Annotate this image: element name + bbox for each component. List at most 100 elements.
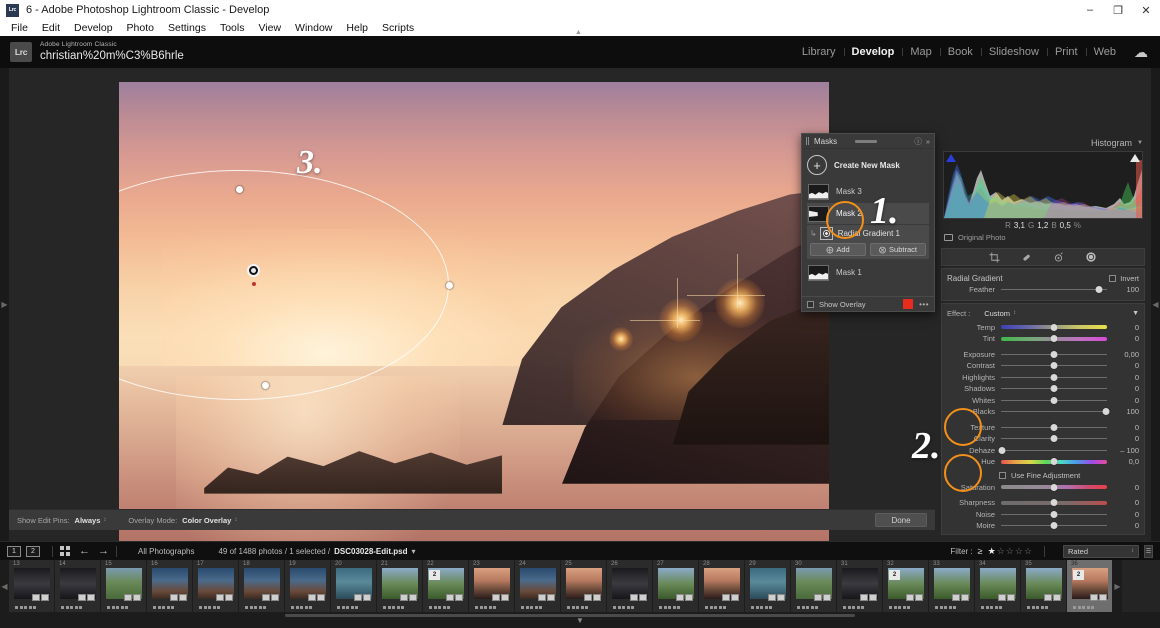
back-arrow-icon[interactable]: ← <box>79 545 90 557</box>
create-new-mask-button[interactable]: + Create New Mask <box>807 155 929 175</box>
view-mode-2-button[interactable]: 2 <box>26 545 40 557</box>
top-panel-collapse-icon[interactable]: ▲ <box>575 29 582 36</box>
chevron-updown-icon[interactable]: ↕ <box>234 517 237 523</box>
shadow-clipping-indicator[interactable] <box>946 154 956 162</box>
slider-knob[interactable] <box>1050 435 1058 443</box>
slider-knob[interactable] <box>1050 362 1058 370</box>
menu-item-file[interactable]: File <box>4 20 35 36</box>
slider-value[interactable]: 0,0 <box>1113 457 1139 466</box>
slider-track[interactable] <box>1001 372 1107 383</box>
filmstrip-thumbnail[interactable]: 13 <box>9 560 55 612</box>
filmstrip-thumbnail[interactable]: 34 <box>975 560 1021 612</box>
grid-view-icon[interactable] <box>60 545 71 557</box>
filter-comparator[interactable]: ≥ <box>978 546 983 556</box>
thumbnail-stack-count[interactable]: 2 <box>429 570 440 580</box>
slider-hue[interactable]: Hue 0,0 <box>947 456 1139 468</box>
slider-knob[interactable] <box>998 446 1006 454</box>
slider-value[interactable]: 0 <box>1113 498 1139 507</box>
slider-track[interactable] <box>1001 395 1107 406</box>
left-panel-toggle[interactable]: ▶ <box>0 68 9 541</box>
slider-knob[interactable] <box>1050 385 1058 393</box>
menu-item-window[interactable]: Window <box>288 20 339 36</box>
slider-track[interactable] <box>1001 497 1107 508</box>
slider-noise[interactable]: Noise 0 <box>947 509 1139 521</box>
slider-value[interactable]: 0 <box>1113 396 1139 405</box>
original-photo-row[interactable]: Original Photo <box>935 232 1151 242</box>
filmstrip-scroll-left[interactable]: ◀ <box>0 560 9 612</box>
filmstrip-thumbnail[interactable]: 22 2 <box>423 560 469 612</box>
filter-star-4[interactable]: ☆ <box>1015 546 1023 557</box>
filmstrip[interactable]: ◀ 13 14 15 16 17 18 19 20 21 22 2 23 24 25 26 27 28 29 30 3… <box>0 560 1160 612</box>
crop-icon[interactable] <box>989 251 1000 263</box>
menu-item-scripts[interactable]: Scripts <box>375 20 421 36</box>
masking-icon[interactable] <box>1085 251 1097 263</box>
info-icon[interactable]: ⓘ <box>914 136 922 147</box>
slider-track[interactable] <box>1001 482 1107 493</box>
filmstrip-thumbnail[interactable]: 31 <box>837 560 883 612</box>
slider-track[interactable] <box>1001 383 1107 394</box>
filmstrip-scrollbar[interactable]: ▼ <box>0 612 1160 628</box>
masks-panel[interactable]: Masks ⓘ » + Create New Mask Mask 3 Mask … <box>801 133 935 312</box>
add-button[interactable]: ⨁ Add <box>810 243 866 256</box>
chevron-updown-icon[interactable]: ↕ <box>103 517 106 523</box>
slider-dehaze[interactable]: Dehaze – 100 <box>947 445 1139 457</box>
thumbnail-stack-count[interactable]: 2 <box>1073 570 1084 580</box>
slider-sharpness[interactable]: Sharpness 0 <box>947 497 1139 509</box>
slider-track[interactable] <box>1001 509 1107 520</box>
slider-knob[interactable] <box>1050 522 1058 530</box>
slider-track[interactable] <box>1001 520 1107 531</box>
module-web[interactable]: Web <box>1085 46 1124 58</box>
slider-value[interactable]: 0,00 <box>1113 350 1139 359</box>
slider-value[interactable]: 100 <box>1113 407 1139 416</box>
filter-star-5[interactable]: ☆ <box>1024 546 1032 557</box>
slider-knob[interactable] <box>1050 483 1058 491</box>
histogram-header[interactable]: Histogram ▼ <box>935 136 1151 150</box>
filter-preset-select[interactable]: Rated ↕ <box>1063 544 1139 558</box>
effect-row[interactable]: Effect : Custom ↕ ▼ <box>947 307 1139 320</box>
filmstrip-thumbnail[interactable]: 21 <box>377 560 423 612</box>
mask-item-mask-1[interactable]: Mask 1 <box>807 262 929 283</box>
filmstrip-thumbnail[interactable]: 18 <box>239 560 285 612</box>
slider-tint[interactable]: Tint 0 <box>947 333 1139 345</box>
use-fine-adjustment-row[interactable]: Use Fine Adjustment <box>947 468 1139 482</box>
filmstrip-thumbnail[interactable]: 27 <box>653 560 699 612</box>
filename-caret-icon[interactable]: ▾ <box>411 547 415 556</box>
panel-drag-handle[interactable] <box>855 139 878 143</box>
filmstrip-thumbnail[interactable]: 30 <box>791 560 837 612</box>
forward-arrow-icon[interactable]: → <box>98 545 109 557</box>
slider-texture[interactable]: Texture 0 <box>947 422 1139 434</box>
menu-item-help[interactable]: Help <box>339 20 375 36</box>
filter-menu-icon[interactable]: ☰ <box>1144 544 1153 558</box>
slider-highlights[interactable]: Highlights 0 <box>947 372 1139 384</box>
red-eye-icon[interactable] <box>1053 251 1064 263</box>
module-library[interactable]: Library <box>794 46 844 58</box>
filmstrip-thumbnail[interactable]: 35 <box>1021 560 1067 612</box>
slider-knob[interactable] <box>1050 335 1058 343</box>
module-map[interactable]: Map <box>902 46 939 58</box>
slider-value[interactable]: 0 <box>1113 483 1139 492</box>
menu-item-tools[interactable]: Tools <box>213 20 252 36</box>
slider-knob[interactable] <box>1050 510 1058 518</box>
image-canvas[interactable]: 3. <box>9 68 829 572</box>
slider-track[interactable] <box>1001 456 1107 467</box>
mask-sub-item-radial-gradient-1[interactable]: ↳ Radial Gradient 1 <box>807 225 929 241</box>
masks-panel-header[interactable]: Masks ⓘ » <box>802 134 934 149</box>
slider-whites[interactable]: Whites 0 <box>947 395 1139 407</box>
highlight-clipping-indicator[interactable] <box>1130 154 1140 162</box>
slider-saturation[interactable]: Saturation 0 <box>947 482 1139 494</box>
slider-track[interactable] <box>1001 433 1107 444</box>
slider-value[interactable]: 0 <box>1113 361 1139 370</box>
slider-knob[interactable] <box>1050 458 1058 466</box>
slider-track[interactable] <box>1001 322 1107 333</box>
overlay-more-icon[interactable]: ••• <box>919 300 929 309</box>
filmstrip-thumbnail[interactable]: 33 <box>929 560 975 612</box>
slider-track[interactable] <box>1001 360 1107 371</box>
module-slideshow[interactable]: Slideshow <box>980 46 1047 58</box>
slider-knob[interactable] <box>1050 350 1058 358</box>
filmstrip-thumbnail[interactable]: 15 <box>101 560 147 612</box>
slider-value[interactable]: 0 <box>1113 384 1139 393</box>
slider-value[interactable]: 0 <box>1113 521 1139 530</box>
slider-knob[interactable] <box>1050 423 1058 431</box>
slider-value[interactable]: 0 <box>1113 334 1139 343</box>
slider-value[interactable]: 0 <box>1113 373 1139 382</box>
